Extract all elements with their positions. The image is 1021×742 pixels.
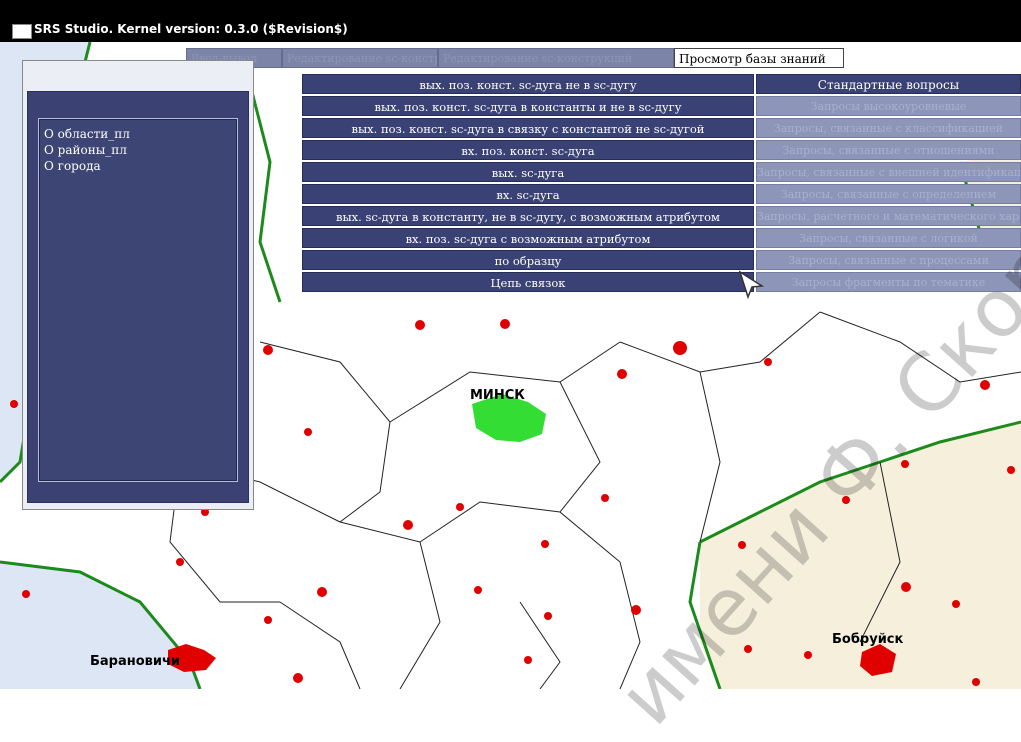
submenu-item-7[interactable]: Запросы, связанные с логикой [756,228,1021,248]
context-menu: вых. поз. конст. sc-дуга не в sc-дугу вы… [302,74,754,294]
submenu-item-9[interactable]: Запросы фрагменты по тематике [756,272,1021,292]
tab-knowledge-base[interactable]: Просмотр базы знаний [674,48,844,68]
menu-item-in-const-arc[interactable]: вх. поз. конст. sc-дуга [302,140,754,160]
map-label-bobruisk: Бобруйск [832,632,904,647]
window-titlebar[interactable]: SRS Studio. Kernel version: 0.3.0 ($Revi… [0,0,1021,42]
app-icon [12,24,32,39]
list-item-goroda[interactable]: О города [44,159,237,173]
submenu-item-standard-questions[interactable]: Стандартные вопросы [756,74,1021,94]
menu-item-link-chain[interactable]: Цепь связок [302,272,754,292]
submenu: Стандартные вопросы Запросы высокоуровне… [756,74,1021,294]
submenu-item-6[interactable]: Запросы, расчетного и математического ха… [756,206,1021,226]
menu-item-out-const-arc-link[interactable]: вых. поз. конст. sc-дуга в связку с конс… [302,118,754,138]
map-label-baranovichi: Барановичи [90,654,181,669]
menu-item-out-const-arc[interactable]: вых. поз. конст. sc-дуга не в sc-дугу [302,74,754,94]
list-item-rayony[interactable]: О районы_пл [44,143,237,157]
submenu-item-4[interactable]: Запросы, связанные с внешней идентификац… [756,162,1021,182]
map-label-minsk: МИНСК [470,388,525,403]
menu-item-by-pattern[interactable]: по образцу [302,250,754,270]
menu-item-out-const-arc-constants[interactable]: вых. поз. конст. sc-дуга в константы и н… [302,96,754,116]
window-title: SRS Studio. Kernel version: 0.3.0 ($Revi… [34,22,348,36]
submenu-item-2[interactable]: Запросы, связанные с классификацией [756,118,1021,138]
list-item-oblasti[interactable]: О области_пл [44,127,237,141]
tab-bar: Ввод-вывод Редактирование sc-конструкций… [186,48,844,68]
menu-item-in-arc-attribute[interactable]: вх. поз. sc-дуга с возможным атрибутом [302,228,754,248]
submenu-item-1[interactable]: Запросы высокоуровневые [756,96,1021,116]
submenu-item-8[interactable]: Запросы, связанные с процессами [756,250,1021,270]
side-panel: О области_пл О районы_пл О города [22,60,254,510]
tab-edit-sc-2[interactable]: Редактирование sc-конструкций [438,48,674,68]
submenu-item-5[interactable]: Запросы, связанные с определением [756,184,1021,204]
class-list: О области_пл О районы_пл О города [38,118,238,482]
menu-item-out-arc[interactable]: вых. sc-дуга [302,162,754,182]
side-panel-inner: О области_пл О районы_пл О города [27,91,249,503]
menu-item-in-arc[interactable]: вх. sc-дуга [302,184,754,204]
mouse-cursor-icon [738,270,764,300]
menu-item-out-arc-attribute[interactable]: вых. sc-дуга в константу, не в sc-дугу, … [302,206,754,226]
submenu-item-3[interactable]: Запросы, связанные с отношениями [756,140,1021,160]
tab-edit-sc-1[interactable]: Редактирование sc-конструкций [282,48,438,68]
